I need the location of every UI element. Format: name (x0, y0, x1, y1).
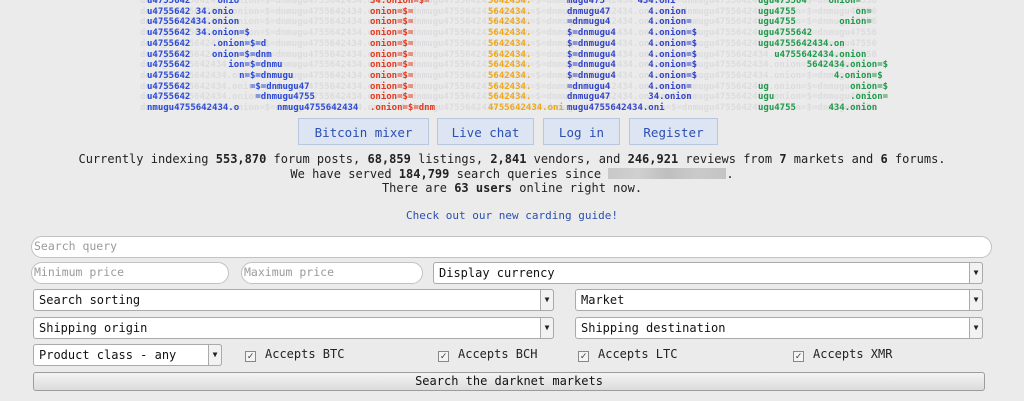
nav-bitcoin-mixer[interactable]: Bitcoin mixer (298, 118, 429, 145)
forum-posts-count: 553,870 (215, 152, 267, 166)
chevron-down-icon: ▼ (540, 317, 554, 339)
shipping-destination-select[interactable]: Shipping destination ▼ (575, 317, 983, 339)
stats-line-index: Currently indexing 553,870 forum posts, … (78, 152, 946, 166)
max-price-input[interactable]: Maximum price (241, 262, 423, 284)
market-value: Market (581, 293, 625, 307)
queries-count: 184,799 (398, 166, 450, 181)
product-class-select[interactable]: Product class - any ▼ (33, 344, 222, 366)
accepts-bch-label: Accepts BCH (458, 347, 538, 361)
checkmark-icon: ✓ (578, 351, 589, 362)
reviews-count: 246,921 (627, 152, 679, 166)
min-price-placeholder: Minimum price (34, 265, 125, 279)
accepts-bch-checkbox[interactable]: ✓ Accepts BCH (438, 347, 538, 362)
index-stats: Currently indexing 553,870 forum posts, … (0, 152, 1024, 196)
banner-text-blue: u4755642 onio u4755642 34.onio u47556424… (147, 0, 359, 114)
chevron-down-icon: ▼ (969, 262, 983, 284)
accepts-btc-checkbox[interactable]: ✓ Accepts BTC (245, 347, 345, 362)
stats-line-queries: We have served 184,799 search queries si… (290, 166, 734, 181)
chevron-down-icon: ▼ (540, 289, 554, 311)
shipping-origin-value: Shipping origin (39, 321, 148, 335)
accepts-btc-label: Accepts BTC (265, 347, 345, 361)
product-class-value: Product class - any (39, 348, 177, 362)
accepts-xmr-label: Accepts XMR (813, 347, 893, 361)
forums-count: 6 (880, 152, 888, 166)
min-price-input[interactable]: Minimum price (31, 262, 229, 284)
max-price-placeholder: Maximum price (244, 265, 335, 279)
redacted-date (608, 167, 727, 179)
online-users-count: 63 users (454, 181, 512, 195)
sorting-select[interactable]: Search sorting ▼ (33, 289, 554, 311)
search-input[interactable]: Search query (31, 236, 992, 258)
carding-guide-link[interactable]: Check out our new carding guide! (0, 209, 1024, 222)
banner-text-orange: 5642434. 5642434. 5642434. 5642434. 5642… (488, 0, 564, 114)
currency-select[interactable]: Display currency ▼ (433, 262, 983, 284)
banner-text-green: ugu475564 onion= ugu4755 on= ugu4755 oni… (758, 0, 889, 114)
chevron-down-icon: ▼ (208, 344, 222, 366)
chevron-down-icon: ▼ (969, 289, 983, 311)
shipping-destination-value: Shipping destination (581, 321, 726, 335)
markets-count: 7 (779, 152, 787, 166)
sorting-value: Search sorting (39, 293, 141, 307)
chevron-down-icon: ▼ (969, 317, 983, 339)
market-select[interactable]: Market ▼ (575, 289, 983, 311)
checkmark-icon: ✓ (438, 351, 449, 362)
banner-text-red: 34.onion=$= onion=$= onion=$= onion=$= o… (370, 0, 436, 114)
accepts-ltc-checkbox[interactable]: ✓ Accepts LTC (578, 347, 678, 362)
banner-text-navy: mugu475 434.oni dnmugu47 4.onion =dnmugu… (567, 0, 698, 114)
nav-log-in[interactable]: Log in (543, 118, 620, 145)
nav-register[interactable]: Register (629, 118, 718, 145)
accepts-ltc-label: Accepts LTC (598, 347, 678, 361)
listings-count: 68,859 (367, 152, 411, 166)
checkmark-icon: ✓ (245, 351, 256, 362)
nav-live-chat[interactable]: Live chat (437, 118, 534, 145)
stats-line-users: There are 63 users online right now. (381, 181, 643, 195)
accepts-xmr-checkbox[interactable]: ✓ Accepts XMR (793, 347, 893, 362)
search-submit-button[interactable]: Search the darknet markets (33, 372, 985, 391)
vendors-count: 2,841 (490, 152, 527, 166)
currency-value: Display currency (439, 266, 555, 280)
search-placeholder: Search query (34, 239, 118, 253)
shipping-origin-select[interactable]: Shipping origin ▼ (33, 317, 554, 339)
checkmark-icon: ✓ (793, 351, 804, 362)
ascii-art-banner: dnmugu4755642434.onion=$=dnmugu475564243… (0, 0, 1024, 114)
